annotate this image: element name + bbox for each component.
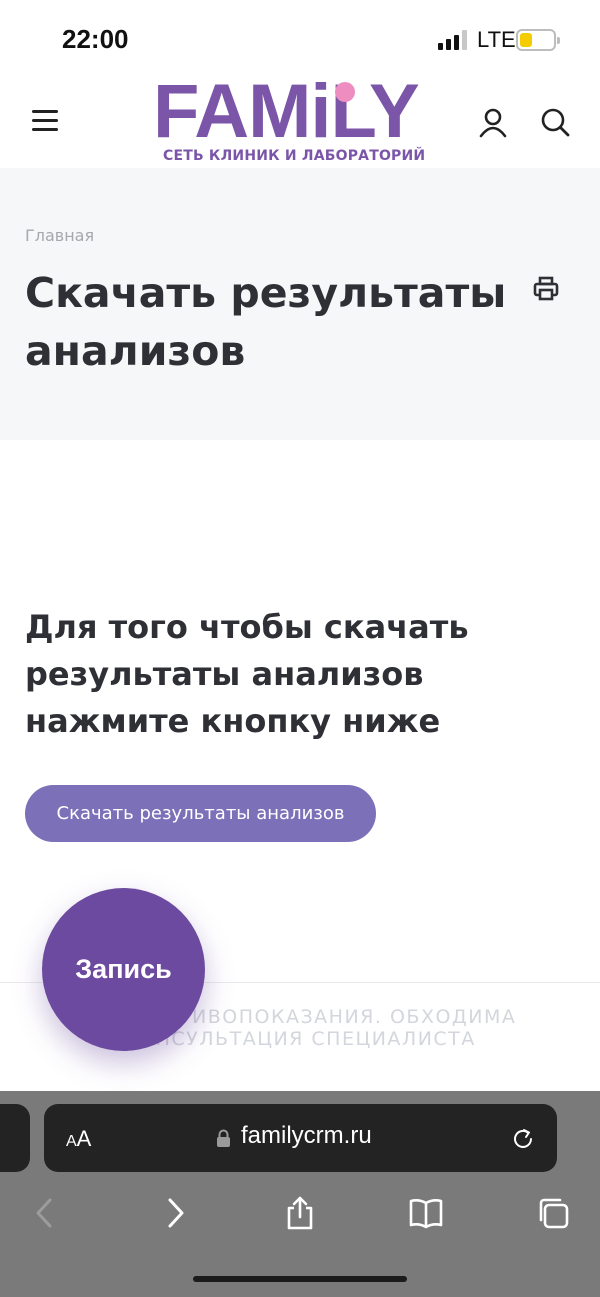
cellular-signal-icon [438,30,468,50]
search-icon[interactable] [539,106,571,138]
status-bar: 22:00 LTE [0,0,600,74]
share-icon[interactable] [283,1196,317,1230]
logo-tagline: СЕТЬ КЛИНИК И ЛАБОРАТОРИЙ [163,148,426,164]
download-results-button[interactable]: Скачать результаты анализов [25,785,376,842]
reload-icon[interactable] [510,1126,536,1152]
logo-wordmark: FAMiLY [153,69,420,154]
logo-dot [335,82,355,102]
site-header: FAMiLY СЕТЬ КЛИНИК И ЛАБОРАТОРИЙ [0,74,600,168]
battery-icon [516,29,560,51]
family-logo[interactable]: FAMiLY СЕТЬ КЛИНИК И ЛАБОРАТОРИЙ [153,74,447,168]
page-title: Скачать результаты анализов [25,269,507,375]
print-icon[interactable] [533,276,559,302]
bookmarks-icon[interactable] [409,1196,443,1230]
tabs-icon[interactable] [536,1196,570,1230]
home-indicator[interactable] [193,1276,407,1282]
status-time: 22:00 [62,24,129,54]
browser-toolbar: AA familycrm.ru [0,1091,600,1297]
page-title-block: Главная Скачать результаты анализов [0,168,600,440]
download-instruction: Для того чтобы скачать результаты анализ… [25,608,469,740]
url-text: familycrm.ru [241,1122,372,1149]
address-bar[interactable]: AA familycrm.ru [44,1104,557,1172]
menu-icon[interactable] [32,110,58,132]
previous-tab-preview[interactable] [0,1104,30,1172]
network-type: LTE [477,27,516,52]
text-size-button[interactable]: AA [66,1126,91,1152]
user-icon[interactable] [477,106,509,138]
lock-icon [217,1129,230,1147]
back-icon[interactable] [28,1196,62,1230]
appointment-fab-button[interactable]: Запись [42,888,205,1051]
forward-icon[interactable] [158,1196,192,1230]
breadcrumb-home[interactable]: Главная [25,226,94,245]
